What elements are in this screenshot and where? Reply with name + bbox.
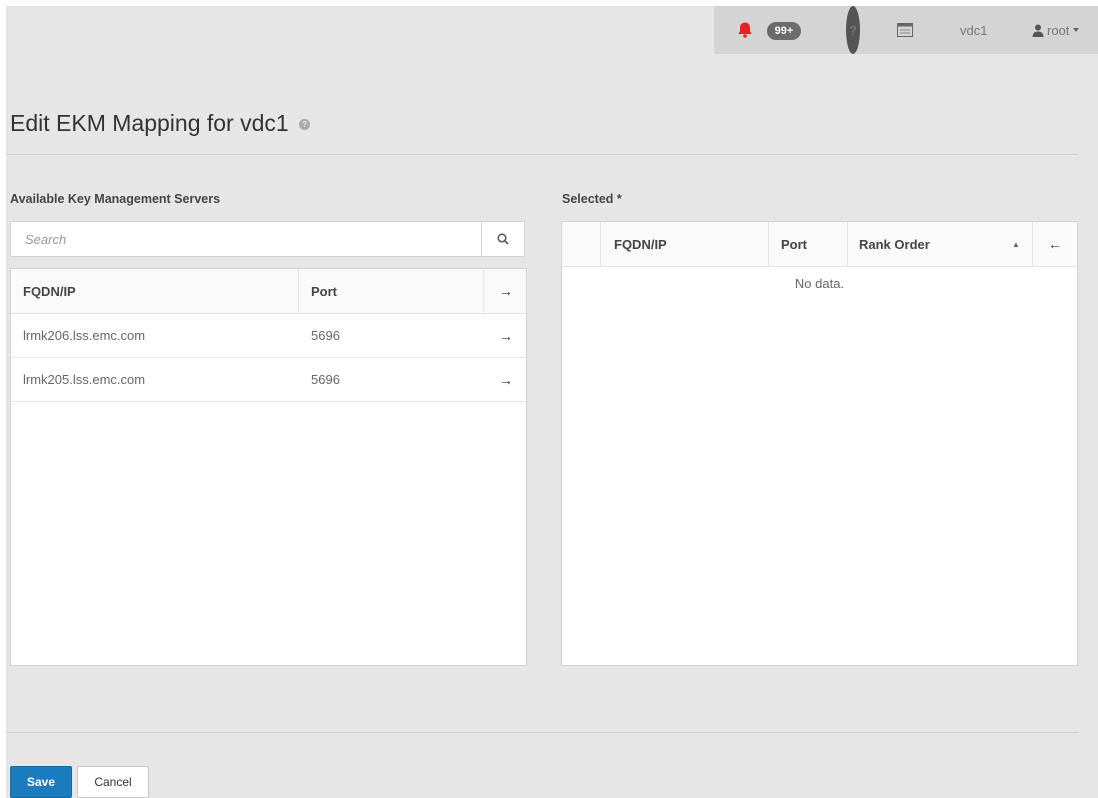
footer-divider [6,732,1078,733]
page-title: Edit EKM Mapping for vdc1 ? [10,110,311,137]
window-icon [897,23,913,37]
column-separator [847,222,848,266]
remove-all-arrow-icon[interactable]: ← [1048,222,1062,266]
add-row-arrow-icon[interactable]: → [499,358,513,401]
top-bar: 99+ ? vdc1 root [714,6,1098,54]
search-icon [497,233,509,245]
available-servers-label: Available Key Management Servers [10,192,221,206]
bell-icon [738,22,752,38]
save-button[interactable]: Save [10,766,72,798]
user-name: root [1047,22,1070,38]
column-separator [1032,222,1033,266]
vdc-selector[interactable]: vdc1 [960,6,987,54]
search-input[interactable] [11,222,483,256]
notification-count-badge[interactable]: 99+ [767,22,801,40]
column-header-rank-order[interactable]: Rank Order [859,222,930,266]
selected-servers-table: FQDN/IP Port Rank Order ▲ ← No data. [561,221,1078,666]
available-servers-table: FQDN/IP Port → lrmk206.lss.emc.com 5696 … [10,268,527,666]
add-row-arrow-icon[interactable]: → [499,314,513,357]
table-row[interactable]: lrmk206.lss.emc.com 5696 → [11,314,526,358]
title-divider [6,154,1078,155]
chevron-down-icon [1073,28,1080,32]
row-port: 5696 [311,372,340,387]
column-header-port[interactable]: Port [311,269,337,313]
search-button[interactable] [481,222,524,256]
column-header-port[interactable]: Port [781,222,807,266]
selected-table-header: FQDN/IP Port Rank Order ▲ ← [562,222,1077,267]
notifications-button[interactable] [736,6,754,54]
sort-asc-icon[interactable]: ▲ [1012,222,1020,266]
column-header-fqdn[interactable]: FQDN/IP [23,269,76,313]
empty-state-text: No data. [794,276,845,291]
row-fqdn: lrmk205.lss.emc.com [23,372,146,387]
user-menu[interactable]: root [1032,6,1080,54]
page-canvas: 99+ ? vdc1 root Edit EKM Mapping for vdc… [6,6,1098,798]
page-title-text: Edit EKM Mapping for vdc1 [10,110,289,136]
user-icon [1032,24,1044,37]
selected-servers-label: Selected * [562,192,622,206]
cancel-button[interactable]: Cancel [77,766,149,798]
window-icon-button[interactable] [897,6,913,54]
row-port: 5696 [311,328,340,343]
add-all-arrow-icon[interactable]: → [499,269,513,313]
table-row[interactable]: lrmk205.lss.emc.com 5696 → [11,358,526,402]
column-separator [298,269,299,313]
help-icon[interactable]: ? [846,6,860,54]
column-header-fqdn[interactable]: FQDN/IP [614,222,667,266]
search-box [10,221,525,257]
row-fqdn: lrmk206.lss.emc.com [23,328,146,343]
available-table-header: FQDN/IP Port → [11,269,526,314]
column-separator [768,222,769,266]
column-separator [600,222,601,266]
info-icon[interactable]: ? [299,119,311,131]
column-separator [483,269,484,313]
